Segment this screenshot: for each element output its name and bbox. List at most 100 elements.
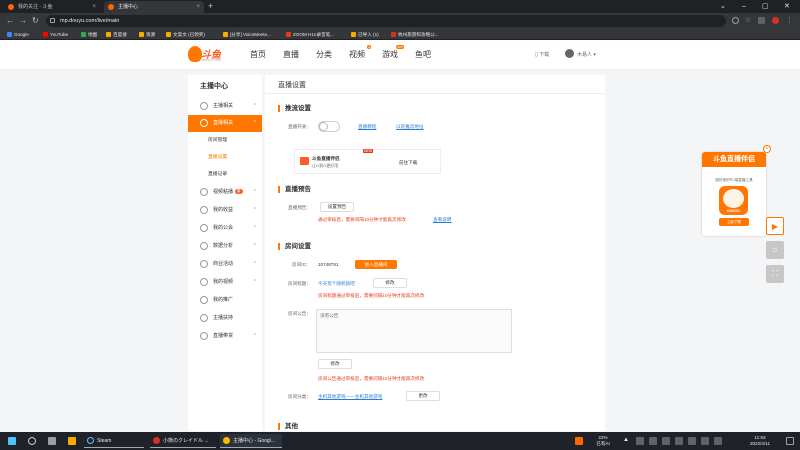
sidebar-item-commerce[interactable]: 直播带货 ^ [188,328,262,345]
minimize-button[interactable]: – [742,0,746,13]
site-icon [391,32,396,37]
companion-ad[interactable]: 斗鱼直播伴侣 超好用的PC端直播工具 DOUYU 立即下载 [702,152,766,236]
room-id-value: 10748781 [318,262,339,267]
room-notice-textarea[interactable]: 没有公告 [316,309,512,353]
nav-video[interactable]: 视频 ● [349,45,371,60]
bookmark-imported[interactable]: 已导入 (1) [350,30,379,39]
ad-description: 超好用的PC端直播工具 [715,178,753,182]
sidebar-item-business[interactable]: 商业活动 ^ [188,256,262,273]
sidebar-sub-room-manage[interactable]: 房间管理 [208,136,227,146]
promo-title: 斗鱼直播伴侣 [312,156,340,161]
enter-room-button[interactable]: 进入直播间 [355,260,397,269]
sidebar-item-guild[interactable]: 我的公会 ^ [188,220,262,237]
sidebar-item-income[interactable]: 我的收益 ^ [188,202,262,219]
share-icon[interactable] [732,17,739,24]
douyu-logo[interactable]: 斗鱼 DOUYU.COM [188,46,230,64]
volume-icon[interactable] [701,437,709,445]
room-notice-label: 房间公告： [288,311,311,316]
bookmark-folder[interactable]: 资源 [138,30,155,39]
nav-category[interactable]: 分类 [316,49,332,60]
sidebar-item-anchor[interactable]: 主播相关 ^ [188,98,262,115]
windows-start-icon[interactable] [8,437,16,445]
new-tab-button[interactable]: + [208,0,213,13]
taskbar-steam[interactable]: Steam [84,434,144,448]
network-icon[interactable]: ▲ [623,437,631,445]
ad-download-button[interactable]: 立即下载 [719,218,749,226]
nav-home[interactable]: 首页 [250,49,266,60]
bookmark-star-icon[interactable]: ☆ [745,17,752,24]
sidebar-item-video[interactable]: 视频粘播新 ^ [188,184,262,201]
nav-live[interactable]: 直播 [283,49,299,60]
bookmark-label: 百度搜 [113,32,127,37]
site-header: 斗鱼 DOUYU.COM 首页 直播 分类 视频 ● 游戏 HOT 鱼吧 ▯ 下载 … [0,40,800,70]
bookmark-zoom[interactable]: ZOOM H1n录音笔... [285,30,334,39]
wifi-icon[interactable] [714,437,722,445]
bookmark-folder[interactable]: 百度搜 [105,30,127,39]
sidebar-item-label: 主播相关 [213,103,234,109]
maximize-button[interactable]: ▢ [762,0,769,13]
tray-app-icon[interactable] [575,437,583,445]
edit-title-button[interactable]: 修改 [373,278,407,288]
stream-tutorial-link[interactable]: 直播教程 [358,124,376,130]
notice-help-link[interactable]: 查看说明 [433,217,451,223]
taskbar-app-2[interactable]: 小熊のクレイドル ... [150,434,216,448]
address-bar[interactable]: mp.douyu.com/live/main [46,15,726,27]
file-explorer-icon[interactable] [68,437,76,445]
stream-address-link[interactable]: 以前推流地址 [396,124,424,130]
sidebar-item-analytics[interactable]: 数据分析 ^ [188,238,262,255]
extensions-icon[interactable] [758,17,765,24]
nav-fishbar[interactable]: 鱼吧 [415,49,431,60]
task-view-icon[interactable] [48,437,56,445]
promo-download-button[interactable]: 前往下载 [399,160,417,166]
close-tab-icon[interactable]: × [196,1,200,13]
clock[interactable]: 11:53 2022/4/11 [742,435,778,447]
tab-search-icon[interactable]: ⌄ [720,0,726,13]
home-icon[interactable]: ⌂ [766,241,784,259]
change-category-button[interactable]: 更改 [406,391,440,401]
bookmark-youtube[interactable]: YouTube [42,30,68,39]
back-icon[interactable]: ← [6,16,14,26]
tray-icon[interactable] [636,437,644,445]
close-window-button[interactable]: ✕ [784,0,790,13]
tray-icon[interactable] [662,437,670,445]
screen-icon[interactable]: ⛶ [766,265,784,283]
bookmark-folder[interactable]: 文案文 (已领奖) [165,30,205,39]
download-link[interactable]: ▯ 下载 [535,51,549,58]
set-notice-button[interactable]: 设置预告 [320,202,354,212]
username[interactable]: 木易人 ▾ [577,51,596,58]
search-icon[interactable] [28,437,36,445]
tray-icon[interactable] [675,437,683,445]
hand-icon [200,314,208,322]
profile-avatar-icon[interactable] [772,17,779,24]
bookmark-google[interactable]: Google [6,30,29,39]
close-tab-icon[interactable]: × [92,1,96,13]
sidebar-item-my-video[interactable]: 我的视频 ^ [188,274,262,291]
ad-close-icon[interactable]: × [763,145,771,153]
sidebar-sub-live-settings[interactable]: 直播设置 [208,153,227,163]
companion-promo[interactable]: NEW 斗鱼直播伴侣 让O到O更好用 前往下载 [294,149,441,174]
weather-widget[interactable]: 22% 已有AI [590,435,616,447]
tab-anchor-center[interactable]: 主播中心 × [104,1,204,13]
zoom-icon [286,32,291,37]
nav-game[interactable]: 游戏 HOT [382,45,404,60]
tray-icon[interactable] [688,437,696,445]
room-category-link[interactable]: 主机其他游戏——主机其他游戏 [318,394,382,400]
sidebar-item-support[interactable]: 主播扶持 [188,310,262,327]
taskbar-chrome[interactable]: 主播中心 - Googl... [220,434,282,448]
sidebar-item-promotion[interactable]: 我的推广 [188,292,262,309]
bookmark-maps[interactable]: 地图 [80,30,97,39]
forward-icon[interactable]: → [19,16,27,26]
stream-toggle[interactable] [318,121,340,132]
bookmark-voicemeeter[interactable]: [分享] VoiceMeete... [222,30,271,39]
menu-icon[interactable]: ⋮ [786,17,793,24]
sidebar-sub-live-records[interactable]: 直播记录 [208,170,227,180]
user-avatar[interactable] [565,49,574,58]
tab-my-follow[interactable]: 我的关注 - 斗鱼 × [4,1,100,13]
bookmark-hangzhou[interactable]: 杭州旅游和攻略公... [390,30,439,39]
sidebar-item-live[interactable]: 直播相关 ^ [188,115,262,132]
tray-icon[interactable] [649,437,657,445]
edit-notice-button[interactable]: 修改 [318,359,352,369]
notification-icon[interactable] [786,437,794,445]
play-icon[interactable]: ▶ [766,217,784,235]
reload-icon[interactable]: ↻ [32,16,39,26]
